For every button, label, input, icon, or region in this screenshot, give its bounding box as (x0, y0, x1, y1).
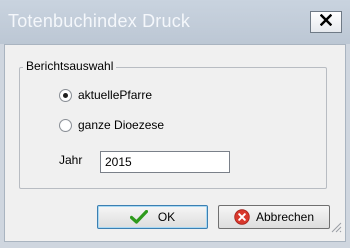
radio-whole-diocese[interactable]: ganze Dioezese (59, 118, 164, 132)
radio-button-checked[interactable] (59, 88, 72, 102)
close-icon (319, 13, 333, 31)
ok-button-label: OK (157, 210, 176, 224)
year-input[interactable] (100, 151, 230, 173)
report-selection-legend: Berichtsauswahl (23, 59, 117, 73)
cancel-icon (234, 209, 250, 225)
cancel-button[interactable]: Abbrechen (218, 205, 330, 229)
resize-grip-icon[interactable] (331, 220, 342, 238)
window-title: Totenbuchindex Druck (8, 11, 191, 31)
year-label: Jahr (59, 153, 83, 167)
checkmark-icon (129, 210, 148, 224)
dialog-body: Berichtsauswahl aktuellePfarre ganze Dio… (4, 44, 346, 242)
close-button[interactable] (310, 11, 342, 33)
radio-current-parish[interactable]: aktuellePfarre (59, 88, 152, 102)
radio-button-unchecked[interactable] (59, 118, 72, 132)
print-dialog: Totenbuchindex Druck Berichtsauswahl akt… (0, 0, 350, 248)
radio-label-whole-diocese: ganze Dioezese (78, 118, 165, 132)
radio-label-current-parish: aktuellePfarre (78, 88, 153, 102)
cancel-button-label: Abbrechen (255, 210, 315, 224)
ok-button[interactable]: OK (97, 205, 208, 229)
title-bar: Totenbuchindex Druck (0, 0, 350, 44)
